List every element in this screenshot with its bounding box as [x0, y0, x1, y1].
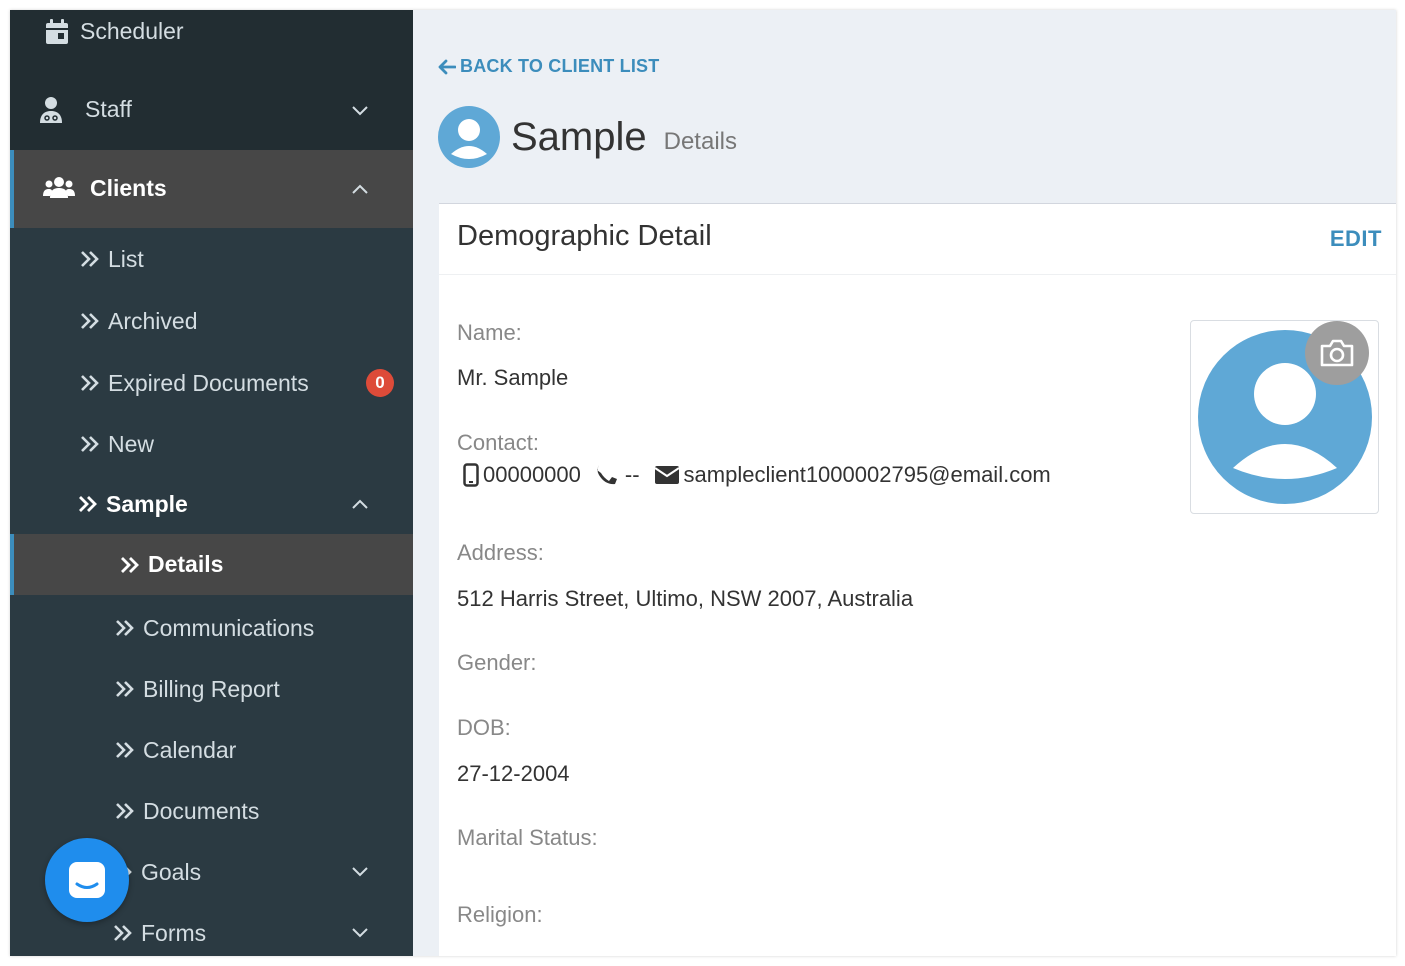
chevron-down-icon [352, 928, 368, 938]
demographic-detail-card: Demographic Detail EDIT Name: Mr. Sample… [439, 203, 1396, 956]
sidebar-item-staff[interactable]: Staff [10, 72, 413, 150]
user-avatar-icon [438, 106, 500, 168]
sidebar-item-clients[interactable]: Clients [10, 150, 413, 228]
sidebar: Scheduler Staff Clients List Archived Ex… [10, 10, 413, 956]
card-header: Demographic Detail EDIT [439, 204, 1396, 275]
sidebar-item-label: List [108, 245, 144, 272]
sidebar-item-communications[interactable]: Communications [10, 597, 413, 659]
chevron-up-icon [352, 184, 368, 194]
contact-row: 00000000 -- sampleclient1000002795@email… [463, 462, 1051, 488]
sidebar-item-label: Sample [106, 490, 188, 517]
camera-icon [1320, 339, 1354, 367]
arrow-left-icon [438, 59, 456, 74]
email-value: sampleclient1000002795@email.com [683, 462, 1051, 487]
contact-label: Contact: [457, 430, 539, 455]
card-title: Demographic Detail [457, 220, 712, 252]
double-chevron-right-icon [79, 496, 97, 512]
mobile-icon [463, 463, 479, 487]
sidebar-item-scheduler[interactable]: Scheduler [10, 10, 413, 72]
sidebar-item-billing-report[interactable]: Billing Report [10, 659, 413, 719]
users-icon [43, 177, 75, 198]
sidebar-item-label: Expired Documents [108, 369, 309, 396]
profile-photo-box [1190, 320, 1379, 514]
expired-count-badge: 0 [366, 369, 394, 397]
sidebar-item-label: Billing Report [143, 675, 280, 702]
back-link-label: BACK TO CLIENT LIST [460, 56, 660, 76]
main-content: BACK TO CLIENT LIST Sample Details Demog… [413, 10, 1396, 956]
sidebar-item-label: Staff [85, 96, 132, 122]
user-md-icon [40, 97, 62, 123]
name-label: Name: [457, 320, 522, 345]
double-chevron-right-icon [81, 313, 99, 329]
chevron-up-icon [352, 499, 368, 509]
page-title: Sample [511, 114, 647, 159]
double-chevron-right-icon [81, 436, 99, 452]
marital-status-label: Marital Status: [457, 825, 598, 850]
address-label: Address: [457, 540, 544, 565]
sidebar-item-calendar[interactable]: Calendar [10, 719, 413, 781]
sidebar-item-label: Archived [108, 307, 198, 334]
sidebar-item-label: Scheduler [80, 18, 184, 44]
sidebar-item-label: Calendar [143, 736, 237, 763]
sidebar-item-label: Clients [90, 175, 167, 201]
double-chevron-right-icon [116, 742, 134, 758]
sidebar-item-expired-documents[interactable]: Expired Documents 0 [10, 352, 413, 414]
app-frame: Scheduler Staff Clients List Archived Ex… [10, 10, 1396, 956]
sidebar-item-documents[interactable]: Documents [10, 781, 413, 841]
gender-label: Gender: [457, 650, 537, 675]
double-chevron-right-icon [81, 251, 99, 267]
sidebar-item-label: Details [148, 551, 224, 577]
chat-icon [69, 862, 105, 898]
mobile-value: 00000000 [483, 462, 581, 487]
envelope-icon [653, 466, 680, 484]
double-chevron-right-icon [116, 620, 134, 636]
page-header: Sample Details [438, 106, 737, 168]
religion-label: Religion: [457, 902, 543, 927]
sidebar-item-label: Goals [141, 858, 202, 885]
dob-value: 27-12-2004 [457, 761, 570, 786]
double-chevron-right-icon [116, 803, 134, 819]
sidebar-item-details[interactable]: Details [10, 534, 413, 595]
page-subtitle: Details [663, 128, 737, 155]
edit-button[interactable]: EDIT [1330, 226, 1382, 252]
phone-value: -- [624, 462, 640, 487]
sidebar-item-label: Communications [143, 614, 315, 641]
sidebar-item-archived[interactable]: Archived [10, 290, 413, 352]
upload-photo-button[interactable] [1305, 321, 1369, 385]
name-value: Mr. Sample [457, 365, 569, 390]
chevron-down-icon [352, 867, 368, 877]
chevron-down-icon [352, 106, 368, 116]
sidebar-item-label: Forms [141, 919, 207, 946]
sidebar-item-new[interactable]: New [10, 414, 413, 474]
calendar-icon [46, 19, 68, 44]
sidebar-item-list[interactable]: List [10, 228, 413, 290]
phone-icon [596, 465, 617, 485]
sidebar-item-label: Documents [143, 797, 260, 824]
dob-label: DOB: [457, 715, 511, 740]
sidebar-item-label: New [108, 430, 155, 457]
double-chevron-right-icon [121, 556, 139, 573]
sidebar-item-sample[interactable]: Sample [10, 474, 413, 534]
chat-launcher-button[interactable] [45, 838, 129, 922]
double-chevron-right-icon [116, 681, 134, 697]
back-to-client-list-link[interactable]: BACK TO CLIENT LIST [438, 56, 659, 77]
double-chevron-right-icon [114, 925, 132, 941]
double-chevron-right-icon [81, 375, 99, 391]
address-value: 512 Harris Street, Ultimo, NSW 2007, Aus… [457, 586, 914, 611]
